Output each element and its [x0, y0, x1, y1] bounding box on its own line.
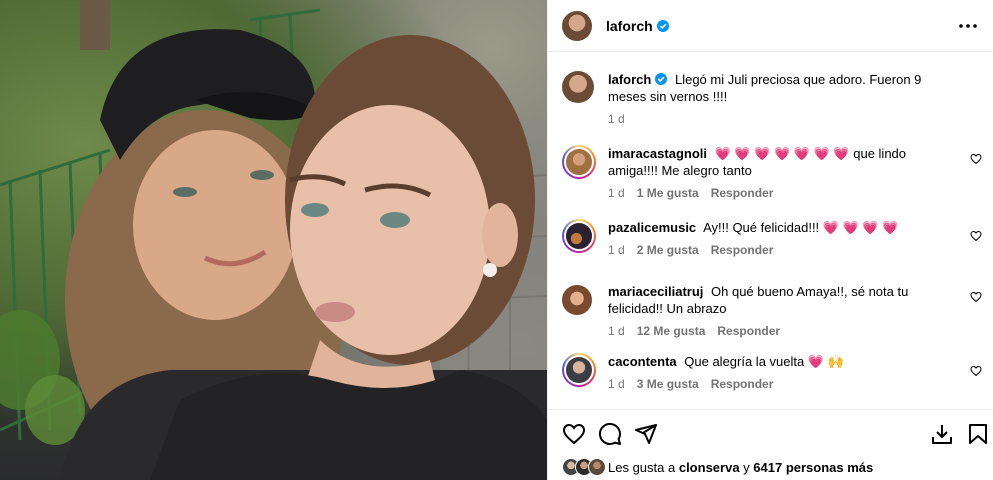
- caption-body: laforch Llegó mi Juli preciosa que adoro…: [608, 71, 948, 128]
- comments-list: laforch Llegó mi Juli preciosa que adoro…: [548, 53, 993, 409]
- comment-time[interactable]: 1 d: [608, 242, 625, 259]
- comment-body: cacontenta Que alegría la vuelta 💗 🙌 1 d…: [608, 353, 948, 393]
- comment-likes[interactable]: 12 Me gusta: [637, 323, 706, 340]
- download-icon[interactable]: [930, 422, 954, 446]
- comment-username[interactable]: pazalicemusic: [608, 220, 696, 235]
- comment-text: Ay!!! Qué felicidad!!!: [703, 220, 820, 235]
- comment-username[interactable]: cacontenta: [608, 354, 677, 369]
- comment-meta: 1 d 2 Me gusta Responder: [608, 242, 948, 259]
- commenter-avatar[interactable]: [562, 353, 596, 387]
- comment-time[interactable]: 1 d: [608, 376, 625, 393]
- comment-heart-icon[interactable]: [970, 230, 982, 242]
- comment-username[interactable]: imaracastagnoli: [608, 146, 707, 161]
- comment-username[interactable]: mariaceciliatruj: [608, 284, 703, 299]
- reply-button[interactable]: Responder: [711, 185, 774, 202]
- author-username[interactable]: laforch: [606, 18, 669, 34]
- comment-body: mariaceciliatruj Oh qué bueno Amaya!!, s…: [608, 283, 948, 340]
- liker-avatar: [588, 458, 606, 476]
- likes-prefix: Les gusta a: [608, 459, 676, 475]
- comment-heart-icon[interactable]: [970, 291, 982, 303]
- caption-meta: 1 d: [608, 111, 948, 128]
- photo-illustration: [0, 0, 547, 480]
- more-options-icon[interactable]: [956, 14, 980, 38]
- comment-likes[interactable]: 2 Me gusta: [637, 242, 699, 259]
- post-sidebar: laforch laforch Llegó mi Juli preciosa q…: [547, 0, 993, 480]
- author-avatar[interactable]: [562, 10, 592, 41]
- comment-time[interactable]: 1 d: [608, 185, 625, 202]
- comment-body: pazalicemusic Ay!!! Qué felicidad!!! 💗 💗…: [608, 219, 948, 259]
- post-actions: Les gusta a clonserva y 6417 personas má…: [548, 409, 993, 480]
- share-icon[interactable]: [634, 422, 658, 446]
- post-photo: [0, 0, 547, 480]
- post-header: laforch: [548, 0, 993, 52]
- comment-time[interactable]: 1 d: [608, 323, 625, 340]
- like-icon[interactable]: [562, 422, 586, 446]
- commenter-avatar[interactable]: [562, 219, 596, 253]
- commenter-avatar[interactable]: [562, 145, 596, 179]
- comment-emoji: 💗 💗 💗 💗 💗 💗 💗: [714, 146, 850, 161]
- likes-user[interactable]: clonserva: [679, 460, 740, 475]
- caption-time[interactable]: 1 d: [608, 111, 625, 128]
- comment-icon[interactable]: [598, 422, 622, 446]
- comment-heart-icon[interactable]: [970, 153, 982, 165]
- comment-body: imaracastagnoli 💗 💗 💗 💗 💗 💗 💗 que lindo …: [608, 145, 948, 202]
- caption-username[interactable]: laforch: [608, 72, 668, 87]
- reply-button[interactable]: Responder: [711, 376, 774, 393]
- verified-badge-icon: [655, 73, 668, 85]
- reply-button[interactable]: Responder: [711, 242, 774, 259]
- reply-button[interactable]: Responder: [717, 323, 780, 340]
- comment-meta: 1 d 12 Me gusta Responder: [608, 323, 948, 340]
- likes-count[interactable]: 6417 personas más: [753, 460, 873, 475]
- comment-emoji: 💗 💗 💗 💗: [822, 220, 899, 235]
- comment-meta: 1 d 3 Me gusta Responder: [608, 376, 948, 393]
- verified-badge-icon: [656, 19, 669, 32]
- comment-heart-icon[interactable]: [970, 365, 982, 377]
- comment-emoji: 💗 🙌: [807, 354, 844, 369]
- save-icon[interactable]: [966, 422, 990, 446]
- likes-summary: Les gusta a clonserva y 6417 personas má…: [562, 458, 873, 476]
- comment-meta: 1 d 1 Me gusta Responder: [608, 185, 948, 202]
- liker-avatars[interactable]: [562, 458, 608, 476]
- likes-middle: y: [743, 459, 750, 475]
- comment-likes[interactable]: 3 Me gusta: [637, 376, 699, 393]
- commenter-avatar[interactable]: [562, 285, 592, 315]
- author-avatar[interactable]: [562, 71, 594, 103]
- comment-likes[interactable]: 1 Me gusta: [637, 185, 699, 202]
- comment-text: Que alegría la vuelta: [684, 354, 805, 369]
